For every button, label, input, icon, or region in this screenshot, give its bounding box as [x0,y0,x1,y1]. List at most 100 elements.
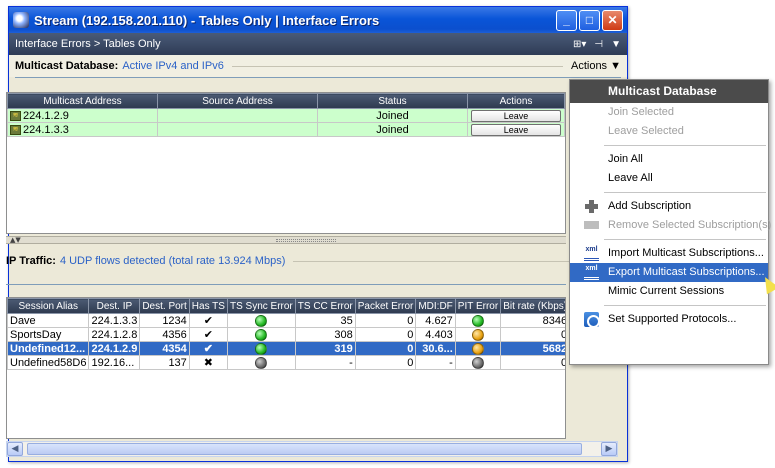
table-row[interactable]: Dave 224.1.3.3 1234 ✔ 35 0 4.627 8346 [7,313,565,328]
collapse-arrows-icon[interactable]: ▲▼ [10,236,21,244]
packet-error-cell: 0 [354,355,417,370]
scroll-right-arrow-icon[interactable]: ▶ [601,442,617,456]
scroll-thumb[interactable] [27,443,582,455]
splitter-grip[interactable] [276,239,336,242]
col-ts-cc-error[interactable]: TS CC Error [294,298,356,314]
breadcrumb-bar: Interface Errors > Tables Only ⊞▾ ⊣ ▼ [9,33,627,55]
table-row[interactable]: Undefined58D6192.16...137✖-0-0- [7,355,565,370]
col-source-address[interactable]: Source Address [157,93,318,109]
menu-item-label: Add Subscription [608,200,692,212]
mdi-df-cell: - [415,355,456,370]
col-has-ts[interactable]: Has TS [188,298,228,314]
leave-button[interactable]: Leave [471,109,561,122]
ts-sync-error-cell [226,341,296,356]
view-options-icon[interactable]: ⊞▾ [573,39,586,50]
multicast-group-icon: ≋ [10,124,21,135]
dest-port-cell: 4356 [139,327,190,342]
table-row[interactable]: SportsDay224.1.2.84356✔30804.4030 [7,327,565,342]
actions-dropdown[interactable]: Actions ▼ [571,60,621,72]
col-ts-sync-error[interactable]: TS Sync Error [226,298,296,314]
status-light-icon [471,314,484,327]
actions-cell: Leave [467,108,565,123]
divider [15,77,621,78]
scroll-left-arrow-icon[interactable]: ◀ [7,442,23,456]
col-actions[interactable]: Actions [467,93,565,109]
col-pit-error[interactable]: PIT Error [454,298,502,314]
minimize-button[interactable]: _ [556,9,577,31]
menu-item-label: Export Multicast Subscriptions... [608,266,765,278]
source-address-cell [157,122,318,137]
chevron-down-icon[interactable]: ▼ [611,39,621,50]
menu-item-add-subscription[interactable]: Add Subscription [570,197,768,216]
menu-separator [604,145,766,146]
pin-icon[interactable]: ⊣ [594,39,603,50]
ts-cc-error-cell: 308 [294,327,356,342]
session-alias-cell: Undefined12... [7,341,90,356]
dest-port-cell: 137 [139,355,190,370]
ts-cc-error-cell: - [294,355,356,370]
multicast-group-icon: ≋ [10,110,21,121]
multicast-address-cell: ≋ 224.1.3.3 [7,122,158,137]
status-light-icon [471,356,484,369]
col-session-alias[interactable]: Session Alias [7,298,90,314]
app-icon [13,12,29,28]
table-row[interactable]: ≋ 224.1.2.9 Joined Leave [7,108,565,123]
menu-item-export-subscriptions[interactable]: xml Export Multicast Subscriptions... [570,263,768,282]
maximize-button[interactable]: □ [579,9,600,31]
multicast-section-header: Multicast Database: Active IPv4 and IPv6… [9,55,627,77]
dest-port-cell: 1234 [139,313,190,328]
pit-error-cell [454,313,502,328]
menu-item-set-protocols[interactable]: Set Supported Protocols... [570,310,768,329]
xml-export-icon: xml [584,265,599,280]
menu-item-leave-all[interactable]: Leave All [570,169,768,188]
menu-item-join-all[interactable]: Join All [570,150,768,169]
dest-ip-cell: 224.1.2.8 [88,327,141,342]
menu-item-label: Set Supported Protocols... [608,313,737,325]
multicast-table: Multicast Address Source Address Status … [7,93,565,137]
status-light-icon [255,342,268,355]
mdi-df-cell: 4.403 [415,327,456,342]
horizontal-scrollbar[interactable]: ◀ ▶ [6,441,618,457]
menu-separator [604,305,766,306]
bit-rate-cell: 0 [500,355,565,370]
col-mdi-df[interactable]: MDI:DF [415,298,456,314]
col-dest-ip[interactable]: Dest. IP [88,298,141,314]
actions-cell: Leave [467,122,565,137]
menu-header: Multicast Database [570,80,768,103]
bit-rate-cell: 8346 [500,313,565,328]
col-multicast-address[interactable]: Multicast Address [7,93,158,109]
col-status[interactable]: Status [317,93,468,109]
col-packet-error[interactable]: Packet Error [354,298,417,314]
status-light-icon [255,314,268,327]
menu-item-import-subscriptions[interactable]: xml Import Multicast Subscriptions... [570,244,768,263]
has-ts-cell: ✔ [188,327,228,342]
ip-traffic-table-container: Session Alias Dest. IP Dest. Port Has TS… [6,297,566,439]
menu-item-label: Remove Selected Subscription(s) [608,219,772,231]
col-dest-port[interactable]: Dest. Port [139,298,190,314]
breadcrumb: Interface Errors > Tables Only [15,38,161,50]
ip-traffic-label: IP Traffic: [6,255,56,267]
add-icon [584,199,599,214]
table-row[interactable]: Undefined12... 224.1.2.9 4354 ✔ 319 0 30.6... 5… [7,341,565,356]
ts-sync-error-cell [226,355,296,370]
dest-ip-cell: 224.1.3.3 [88,313,141,328]
close-button[interactable]: ✕ [602,9,623,31]
menu-item-mimic-sessions[interactable]: Mimic Current Sessions [570,282,768,301]
session-alias-cell: SportsDay [7,327,90,342]
xml-import-icon: xml [584,246,599,261]
col-bit-rate[interactable]: Bit rate (Kbps) [500,298,565,314]
table-row[interactable]: ≋ 224.1.3.3 Joined Leave [7,122,565,137]
pane-splitter[interactable]: ▲▼ [6,236,566,244]
has-ts-cell: ✔ [188,341,228,356]
title-bar[interactable]: Stream (192.158.201.110) - Tables Only |… [9,7,627,33]
mdi-df-cell: 30.6... [415,341,456,356]
source-address-cell [157,108,318,123]
menu-item-leave-selected: Leave Selected [608,125,684,137]
bit-rate-cell: 5682 [500,341,565,356]
menu-item-remove-subscription: Remove Selected Subscription(s) [570,216,772,235]
dest-ip-cell: 192.16... [88,355,141,370]
divider [6,284,566,285]
leave-button[interactable]: Leave [471,123,561,136]
menu-separator [604,192,766,193]
divider [231,65,563,67]
